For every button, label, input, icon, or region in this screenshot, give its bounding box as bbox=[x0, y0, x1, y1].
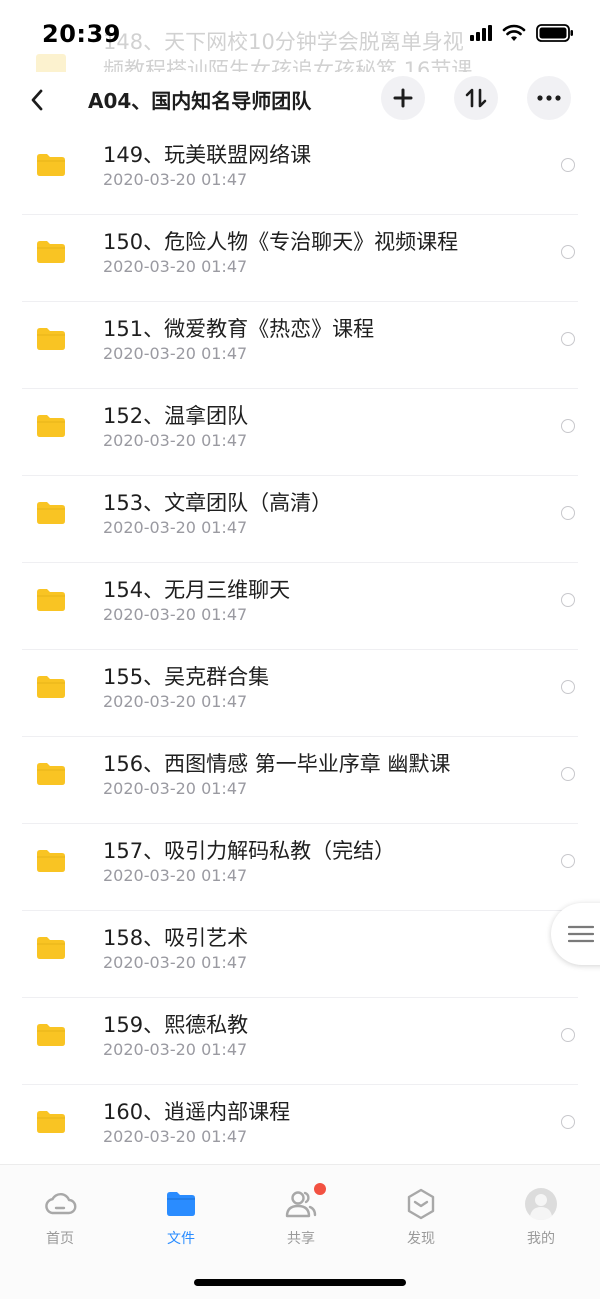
select-radio[interactable] bbox=[561, 1028, 575, 1042]
share-notification-badge bbox=[314, 1183, 326, 1195]
file-list: 149、玩美联盟网络课 2020-03-20 01:47 150、危险人物《专治聊天… bbox=[0, 128, 600, 1164]
plus-icon bbox=[393, 88, 413, 108]
file-date: 2020-03-20 01:47 bbox=[103, 518, 248, 537]
file-row[interactable]: 159、熙德私教 2020-03-20 01:47 bbox=[0, 998, 600, 1085]
file-row[interactable]: 151、微爱教育《热恋》课程 2020-03-20 01:47 bbox=[0, 302, 600, 389]
select-radio[interactable] bbox=[561, 854, 575, 868]
tab-home-label: 首页 bbox=[46, 1231, 74, 1247]
file-row[interactable]: 160、逍遥内部课程 2020-03-20 01:47 bbox=[0, 1085, 600, 1164]
sort-icon bbox=[465, 88, 487, 108]
select-radio[interactable] bbox=[561, 245, 575, 259]
tab-me-label: 我的 bbox=[527, 1231, 555, 1247]
file-date: 2020-03-20 01:47 bbox=[103, 692, 248, 711]
select-radio[interactable] bbox=[561, 158, 575, 172]
file-row[interactable]: 152、温拿团队 2020-03-20 01:47 bbox=[0, 389, 600, 476]
file-date: 2020-03-20 01:47 bbox=[103, 953, 248, 972]
select-radio[interactable] bbox=[561, 1115, 575, 1129]
status-time: 20:39 bbox=[42, 20, 121, 48]
file-name: 151、微爱教育《热恋》课程 bbox=[103, 317, 375, 341]
folder-icon bbox=[37, 502, 65, 524]
file-date: 2020-03-20 01:47 bbox=[103, 779, 248, 798]
file-name: 150、危险人物《专治聊天》视频课程 bbox=[103, 230, 459, 254]
avatar-icon bbox=[525, 1188, 557, 1220]
folder-icon bbox=[37, 1111, 65, 1133]
file-row[interactable]: 155、吴克群合集 2020-03-20 01:47 bbox=[0, 650, 600, 737]
file-name: 159、熙德私教 bbox=[103, 1013, 249, 1037]
cellular-signal-icon bbox=[470, 25, 492, 41]
more-button[interactable] bbox=[527, 76, 571, 120]
tab-discover[interactable]: 发现 bbox=[381, 1187, 461, 1248]
file-name: 160、逍遥内部课程 bbox=[103, 1100, 291, 1124]
select-radio[interactable] bbox=[561, 419, 575, 433]
file-row[interactable]: 149、玩美联盟网络课 2020-03-20 01:47 bbox=[0, 128, 600, 215]
file-date: 2020-03-20 01:47 bbox=[103, 257, 248, 276]
back-button[interactable] bbox=[22, 82, 52, 118]
folder-icon bbox=[37, 937, 65, 959]
battery-icon bbox=[536, 24, 573, 42]
select-radio[interactable] bbox=[561, 332, 575, 346]
file-row[interactable]: 158、吸引艺术 2020-03-20 01:47 bbox=[0, 911, 600, 998]
tab-share[interactable]: 共享 bbox=[261, 1187, 341, 1248]
menu-lines-icon bbox=[568, 925, 594, 943]
cloud-home-icon bbox=[45, 1193, 77, 1215]
folder-icon bbox=[37, 676, 65, 698]
more-dots-icon bbox=[537, 95, 561, 101]
tab-discover-label: 发现 bbox=[407, 1231, 435, 1247]
file-row[interactable]: 150、危险人物《专治聊天》视频课程 2020-03-20 01:47 bbox=[0, 215, 600, 302]
folder-icon bbox=[37, 850, 65, 872]
select-radio[interactable] bbox=[561, 593, 575, 607]
select-radio[interactable] bbox=[561, 680, 575, 694]
file-date: 2020-03-20 01:47 bbox=[103, 866, 248, 885]
folder-tab-icon bbox=[167, 1192, 195, 1216]
folder-icon bbox=[37, 1024, 65, 1046]
select-radio[interactable] bbox=[561, 506, 575, 520]
file-name: 155、吴克群合集 bbox=[103, 665, 270, 689]
file-date: 2020-03-20 01:47 bbox=[103, 170, 248, 189]
file-date: 2020-03-20 01:47 bbox=[103, 1040, 248, 1059]
file-name: 154、无月三维聊天 bbox=[103, 578, 291, 602]
people-share-icon bbox=[285, 1191, 317, 1218]
folder-icon bbox=[37, 328, 65, 350]
tab-file[interactable]: 文件 bbox=[141, 1187, 221, 1248]
file-date: 2020-03-20 01:47 bbox=[103, 605, 248, 624]
home-indicator[interactable] bbox=[194, 1279, 406, 1286]
file-name: 153、文章团队（高清） bbox=[103, 491, 333, 515]
file-name: 158、吸引艺术 bbox=[103, 926, 249, 950]
tab-share-label: 共享 bbox=[287, 1231, 315, 1247]
file-row[interactable]: 156、西图情感 第一毕业序章 幽默课 2020-03-20 01:47 bbox=[0, 737, 600, 824]
select-radio[interactable] bbox=[561, 767, 575, 781]
add-button[interactable] bbox=[381, 76, 425, 120]
status-bar: 20:39 bbox=[0, 0, 600, 72]
folder-icon bbox=[37, 589, 65, 611]
file-name: 152、温拿团队 bbox=[103, 404, 249, 428]
file-date: 2020-03-20 01:47 bbox=[103, 344, 248, 363]
folder-icon bbox=[37, 415, 65, 437]
file-date: 2020-03-20 01:47 bbox=[103, 431, 248, 450]
sort-button[interactable] bbox=[454, 76, 498, 120]
folder-icon bbox=[37, 154, 65, 176]
file-row[interactable]: 157、吸引力解码私教（完结） 2020-03-20 01:47 bbox=[0, 824, 600, 911]
tab-home[interactable]: 首页 bbox=[20, 1187, 100, 1248]
page-title: A04、国内知名导师团队 bbox=[88, 89, 312, 113]
folder-icon bbox=[37, 241, 65, 263]
file-name: 157、吸引力解码私教（完结） bbox=[103, 839, 396, 863]
file-name: 156、西图情感 第一毕业序章 幽默课 bbox=[103, 752, 451, 776]
wifi-icon bbox=[502, 24, 526, 41]
tab-file-label: 文件 bbox=[167, 1231, 195, 1247]
chevron-left-icon bbox=[31, 89, 43, 111]
file-date: 2020-03-20 01:47 bbox=[103, 1127, 248, 1146]
status-icons bbox=[470, 24, 574, 42]
file-row[interactable]: 154、无月三维聊天 2020-03-20 01:47 bbox=[0, 563, 600, 650]
cube-discover-icon bbox=[407, 1188, 435, 1220]
file-row[interactable]: 153、文章团队（高清） 2020-03-20 01:47 bbox=[0, 476, 600, 563]
tab-me[interactable]: 我的 bbox=[501, 1187, 581, 1248]
file-name: 149、玩美联盟网络课 bbox=[103, 143, 312, 167]
navigation-bar: A04、国内知名导师团队 bbox=[0, 72, 600, 128]
folder-icon bbox=[37, 763, 65, 785]
